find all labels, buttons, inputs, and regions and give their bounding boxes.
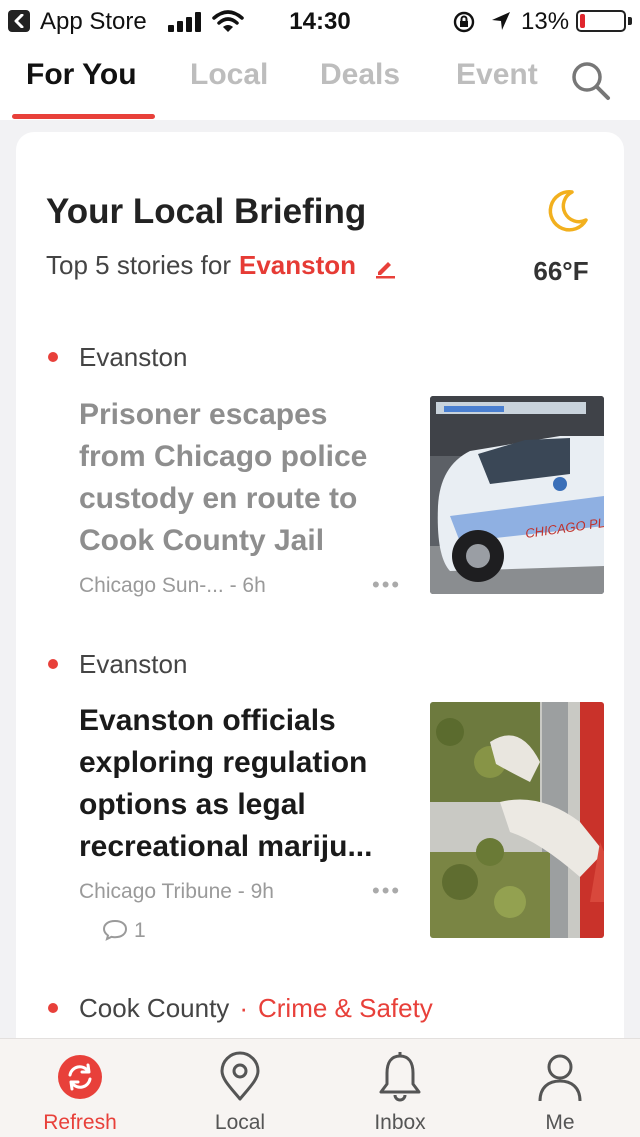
battery-icon — [576, 10, 626, 32]
story-location: Evanston — [79, 342, 188, 372]
battery-tip — [628, 17, 632, 25]
nav-refresh-label: Refresh — [43, 1111, 117, 1134]
story-source: Chicago Sun-... - 6h — [79, 574, 266, 597]
top-tab-bar: For You Local Deals Event — [0, 44, 640, 120]
active-tab-indicator — [12, 114, 155, 119]
rotation-lock-icon — [453, 11, 475, 33]
tab-local[interactable]: Local — [190, 58, 268, 92]
nav-refresh[interactable]: Refresh — [0, 1039, 160, 1137]
story-location: Evanston — [79, 649, 188, 679]
location-separator: · — [239, 993, 248, 1023]
briefing-subtitle: Top 5 stories for Evanston — [46, 250, 397, 281]
story-category[interactable]: Crime & Safety — [258, 993, 433, 1023]
story-source: Chicago Tribune - 9h — [79, 880, 274, 903]
briefing-title: Your Local Briefing — [46, 192, 367, 231]
refresh-icon[interactable] — [56, 1051, 104, 1103]
nav-me[interactable]: Me — [480, 1039, 640, 1137]
location-pin-icon[interactable] — [216, 1051, 264, 1103]
tab-for-you[interactable]: For You — [26, 58, 137, 92]
story-headline[interactable]: Prisoner escapes from Chicago police cus… — [79, 394, 399, 562]
comment-count: 1 — [134, 919, 146, 942]
comment-icon[interactable] — [102, 918, 128, 942]
temperature: 66°F — [533, 256, 589, 286]
nav-local[interactable]: Local — [160, 1039, 320, 1137]
briefing-subtitle-prefix: Top 5 stories for — [46, 250, 231, 280]
briefing-city[interactable]: Evanston — [239, 250, 356, 280]
location-dot — [48, 659, 58, 669]
moon-icon — [548, 190, 588, 232]
location-dot — [48, 352, 58, 362]
person-icon[interactable] — [536, 1051, 584, 1103]
nav-local-label: Local — [214, 1111, 266, 1134]
story-location-row: Cook County · Crime & Safety — [79, 993, 433, 1024]
tab-events[interactable]: Event — [456, 58, 538, 92]
local-briefing-card: Your Local Briefing Top 5 stories for Eva… — [16, 132, 624, 1062]
location-arrow-icon — [492, 12, 510, 30]
story-thumbnail-marijuana[interactable] — [430, 702, 604, 938]
status-bar: App Store 14:30 13% — [0, 0, 640, 44]
search-icon[interactable] — [568, 58, 612, 102]
nav-me-label: Me — [545, 1111, 575, 1134]
battery-percent: 13% — [521, 8, 570, 35]
more-options-button[interactable]: ••• — [372, 878, 401, 904]
tab-deals[interactable]: Deals — [320, 58, 400, 92]
story-thumbnail-police-car[interactable]: CHICAGO PL — [430, 396, 604, 594]
location-dot — [48, 1003, 58, 1013]
story-headline[interactable]: Evanston officials exploring regulation … — [79, 700, 399, 868]
edit-pencil-icon[interactable] — [373, 255, 397, 279]
story-location: Cook County — [79, 993, 230, 1023]
nav-inbox-label: Inbox — [374, 1111, 426, 1134]
nav-inbox[interactable]: Inbox — [320, 1039, 480, 1137]
more-options-button[interactable]: ••• — [372, 572, 401, 598]
bell-icon[interactable] — [376, 1051, 424, 1103]
bottom-nav-bar: Refresh Local Inbox Me — [0, 1038, 640, 1137]
